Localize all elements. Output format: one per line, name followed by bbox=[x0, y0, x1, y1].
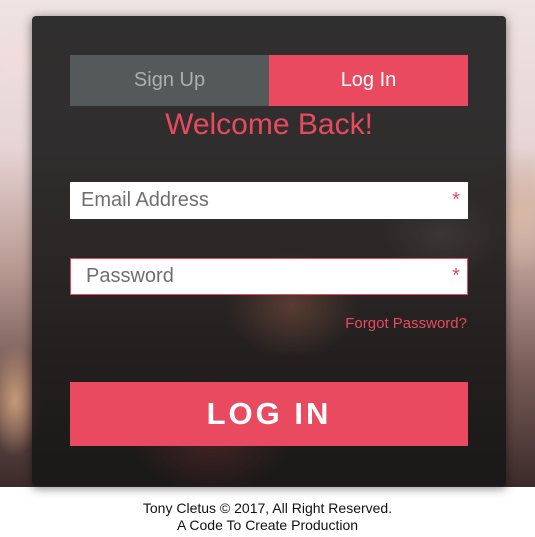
log-in-button[interactable]: LOG IN bbox=[70, 382, 468, 446]
required-marker: * bbox=[452, 189, 460, 211]
email-field: * bbox=[70, 182, 468, 219]
tab-sign-up[interactable]: Sign Up bbox=[70, 55, 269, 106]
footer-copyright: Tony Cletus © 2017, All Right Reserved. bbox=[142, 500, 393, 516]
password-field: * bbox=[70, 258, 468, 295]
footer-credit: A Code To Create Production bbox=[176, 517, 359, 533]
required-marker: * bbox=[452, 265, 460, 287]
welcome-heading: Welcome Back! bbox=[165, 108, 373, 141]
password-input[interactable] bbox=[71, 259, 445, 294]
email-input[interactable] bbox=[71, 183, 445, 218]
footer: Tony Cletus © 2017, All Right Reserved. … bbox=[0, 500, 535, 534]
login-card: Sign Up Log In Welcome Back! * * Forgot … bbox=[32, 16, 506, 486]
tab-log-in[interactable]: Log In bbox=[269, 55, 468, 106]
auth-tabs: Sign Up Log In bbox=[70, 55, 468, 106]
forgot-password-link[interactable]: Forgot Password? bbox=[345, 315, 467, 332]
